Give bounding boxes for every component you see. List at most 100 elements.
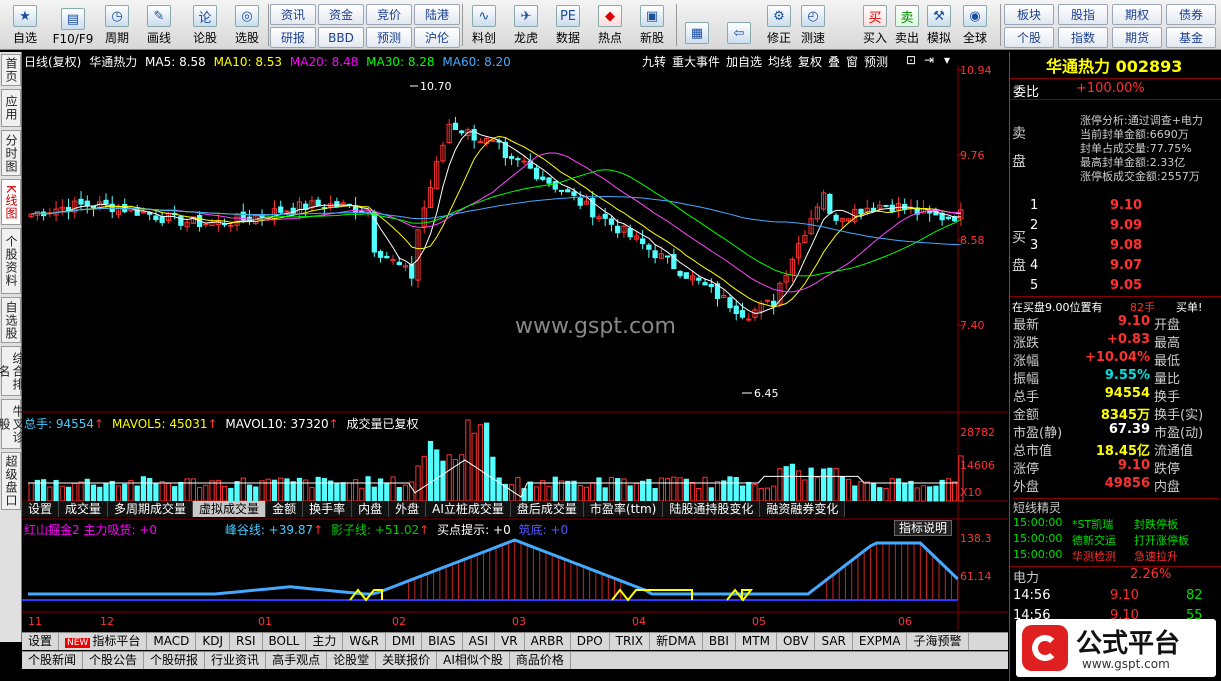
indicator-tab-8[interactable]: AI立桩成交量 [426, 501, 511, 517]
toolbar-button-3[interactable]: ✎ 画线 [138, 2, 180, 48]
indicator-tab-10[interactable]: 市盈率(ttm) [583, 501, 664, 517]
toolbar-text-button[interactable]: 资讯 [270, 4, 316, 25]
toolbar-text-button[interactable]: 沪伦 [414, 27, 460, 48]
bottom-tab-1[interactable]: NEW 指标平台 [59, 633, 148, 650]
toolbar-button-mid-4[interactable]: ▣ 新股 [632, 2, 672, 48]
bottom-tab-13[interactable]: DPO [571, 633, 610, 650]
toolbar-text-button[interactable]: 研报 [270, 27, 316, 48]
toolbar-button-5[interactable]: ◎ 选股 [226, 2, 268, 48]
indicator-help-button[interactable]: 指标说明 [894, 520, 953, 536]
info-tab-6[interactable]: 关联报价 [376, 652, 438, 669]
toolbar-button-2[interactable]: ◷ 周期 [96, 2, 138, 48]
toolbar-button-right-1[interactable]: ⇦ [722, 2, 756, 48]
info-tab-7[interactable]: AI相似个股 [437, 652, 510, 669]
bottom-tab-0[interactable]: 设置 [22, 633, 60, 650]
indicator-tab-4[interactable]: 金额 [266, 501, 304, 517]
bottom-tab-6[interactable]: 主力 [306, 633, 344, 650]
indicator-tab-12[interactable]: 融资融券变化 [760, 501, 846, 517]
leftnav-item-6[interactable]: 综合排名 [0, 346, 25, 396]
toolbar-text-button[interactable]: 资金 [318, 4, 364, 25]
chart-header-button-5[interactable]: 叠 [828, 53, 840, 69]
market-button[interactable]: 期权 [1112, 4, 1162, 25]
chart-header-button-0[interactable]: 九转 [642, 53, 666, 69]
toolbar-button-mid-1[interactable]: ✈ 龙虎 [506, 2, 546, 48]
bottom-tab-16[interactable]: BBI [703, 633, 736, 650]
bottom-tab-2[interactable]: MACD [147, 633, 197, 650]
bottom-tab-18[interactable]: OBV [777, 633, 816, 650]
market-button[interactable]: 股指 [1058, 4, 1108, 25]
toolbar-button-right-2[interactable]: ⚙ 修正 [762, 2, 796, 48]
info-tab-0[interactable]: 个股新闻 [22, 652, 84, 669]
info-tab-1[interactable]: 个股公告 [83, 652, 145, 669]
bottom-tab-15[interactable]: 新DMA [650, 633, 703, 650]
toolbar-button-right-6[interactable]: ⚒ 模拟 [922, 2, 956, 48]
info-tab-2[interactable]: 个股研报 [144, 652, 206, 669]
toolbar-button-mid-3[interactable]: ◆ 热点 [590, 2, 630, 48]
chart-header-button-3[interactable]: 均线 [768, 53, 792, 69]
market-button[interactable]: 板块 [1004, 4, 1054, 25]
toolbar-button-4[interactable]: 论论股 [184, 2, 226, 48]
toolbar-text-button[interactable]: BBD [318, 27, 364, 48]
market-button[interactable]: 基金 [1166, 27, 1216, 48]
market-button[interactable]: 指数 [1058, 27, 1108, 48]
indicator-tab-0[interactable]: 设置 [22, 501, 60, 517]
leftnav-item-8[interactable]: 超级盘口 [1, 452, 21, 510]
market-button[interactable]: 债券 [1166, 4, 1216, 25]
bottom-tab-8[interactable]: DMI [386, 633, 423, 650]
dropdown-icon[interactable]: ▾ [944, 53, 950, 69]
toolbar-button-right-5[interactable]: 卖卖出 [890, 2, 924, 48]
info-tab-5[interactable]: 论股堂 [327, 652, 377, 669]
leftnav-item-2[interactable]: 分时图 [1, 130, 21, 176]
market-button[interactable]: 个股 [1004, 27, 1054, 48]
indicator-tab-9[interactable]: 盘后成交量 [510, 501, 584, 517]
leftnav-item-1[interactable]: 应用 [1, 89, 21, 127]
leftnav-item-7[interactable]: 牛叉诊股 [0, 399, 25, 449]
bottom-tab-9[interactable]: BIAS [422, 633, 463, 650]
indicator-tab-11[interactable]: 陆股通持股变化 [663, 501, 761, 517]
chart-header-button-1[interactable]: 重大事件 [672, 53, 720, 69]
indicator-tab-2[interactable]: 多周期成交量 [108, 501, 194, 517]
chart-header-button-7[interactable]: 预测 [864, 53, 888, 69]
leftnav-item-0[interactable]: 首页 [1, 54, 21, 86]
indicator-tab-5[interactable]: 换手率 [303, 501, 353, 517]
leftnav-item-5[interactable]: 自选股 [1, 297, 21, 343]
expand-icon[interactable]: ⇥ [924, 53, 934, 69]
toolbar-button-right-3[interactable]: ◴ 测速 [796, 2, 830, 48]
short-line-item[interactable]: 15:00:00 华测检测 急速拉升 [1010, 548, 1221, 566]
toolbar-button-right-4[interactable]: 买买入 [858, 2, 892, 48]
leftnav-item-4[interactable]: 个股资料 [1, 228, 21, 294]
info-tab-8[interactable]: 商品价格 [510, 652, 571, 669]
market-button[interactable]: 期货 [1112, 27, 1162, 48]
bottom-tab-19[interactable]: SAR [815, 633, 853, 650]
indicator-tab-1[interactable]: 成交量 [59, 501, 109, 517]
bottom-tab-14[interactable]: TRIX [610, 633, 651, 650]
bottom-tab-10[interactable]: ASI [463, 633, 496, 650]
kline-chart-area[interactable]: 10.94 9.76 8.58 7.40 28782 14606 X10 138.3 61.14… [22, 52, 1008, 630]
toolbar-text-button[interactable]: 竞价 [366, 4, 412, 25]
bottom-tab-11[interactable]: VR [495, 633, 525, 650]
toolbar-text-button[interactable]: 预测 [366, 27, 412, 48]
lock-icon[interactable]: ⊡ [906, 53, 916, 69]
indicator-tab-7[interactable]: 外盘 [389, 501, 427, 517]
leftnav-item-3[interactable]: K线图 [1, 179, 21, 225]
indicator-tab-3[interactable]: 虚拟成交量 [193, 501, 267, 517]
indicator-tab-6[interactable]: 内盘 [352, 501, 390, 517]
toolbar-button-right-0[interactable]: ▦ [680, 2, 714, 48]
toolbar-button-0[interactable]: ★ 自选 [4, 2, 46, 48]
chart-header-button-4[interactable]: 复权 [798, 53, 822, 69]
chart-header-button-2[interactable]: 加自选 [726, 53, 762, 69]
toolbar-button-mid-0[interactable]: ∿ 料创 [464, 2, 504, 48]
bottom-tab-7[interactable]: W&R [343, 633, 386, 650]
bottom-tab-21[interactable]: 子海预警 [907, 633, 969, 650]
bottom-tab-5[interactable]: BOLL [263, 633, 307, 650]
toolbar-text-button[interactable]: 陆港 [414, 4, 460, 25]
bottom-tab-3[interactable]: KDJ [196, 633, 230, 650]
info-tab-4[interactable]: 高手观点 [266, 652, 328, 669]
toolbar-button-mid-2[interactable]: PE 数据 [548, 2, 588, 48]
bottom-tab-12[interactable]: ARBR [525, 633, 571, 650]
toolbar-button-1[interactable]: ▤ F10/F9 [52, 2, 94, 48]
info-tab-3[interactable]: 行业资讯 [205, 652, 267, 669]
chart-header-button-6[interactable]: 窗 [846, 53, 858, 69]
bottom-tab-17[interactable]: MTM [736, 633, 777, 650]
bottom-tab-4[interactable]: RSI [230, 633, 263, 650]
